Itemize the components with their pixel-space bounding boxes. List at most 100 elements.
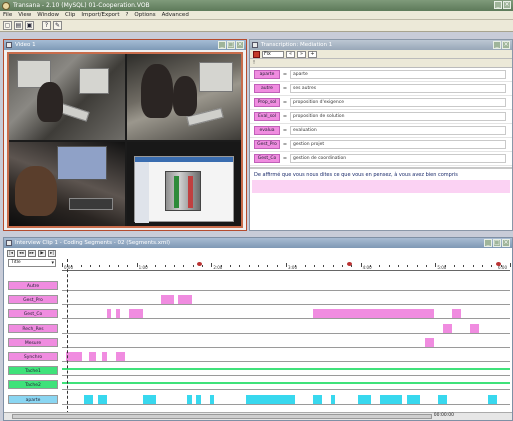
track-segment[interactable] xyxy=(312,309,434,319)
code-row[interactable]: evalua = evaluation xyxy=(250,124,512,138)
track-label[interactable]: Gest_Pro xyxy=(8,295,58,305)
track-segment[interactable] xyxy=(357,394,372,404)
track-label[interactable]: Synchro xyxy=(8,352,58,361)
track-label[interactable]: Mesure xyxy=(8,337,58,347)
code-row[interactable]: Eval_sol = proposition de solution xyxy=(250,110,512,124)
track-segment[interactable] xyxy=(160,295,174,305)
play-button[interactable]: ▶ xyxy=(38,249,47,257)
minimize-icon[interactable]: _ xyxy=(218,41,226,49)
playhead[interactable] xyxy=(67,259,68,414)
code-description[interactable]: proposition de solution xyxy=(290,112,506,121)
track-segment[interactable] xyxy=(84,394,94,404)
track-segment[interactable] xyxy=(469,323,479,333)
track-label[interactable]: Autre xyxy=(8,281,58,290)
code-description[interactable]: gestion de coordination xyxy=(290,154,506,163)
transcript-line[interactable]: De affirmé que vous nous dites ce que vo… xyxy=(252,171,510,180)
code-row[interactable]: Gest_Co = gestion de coordination xyxy=(250,152,512,166)
track-segment[interactable] xyxy=(424,337,434,347)
track-segment[interactable] xyxy=(88,352,96,361)
track-segment[interactable] xyxy=(62,368,510,371)
track-segment[interactable] xyxy=(406,394,421,404)
horizontal-scrollbar[interactable]: 00:00:00 xyxy=(4,412,512,420)
maximize-icon[interactable]: □ xyxy=(493,239,501,247)
track-segment[interactable] xyxy=(115,309,121,319)
menu-import-export[interactable]: Import/Export xyxy=(81,12,119,18)
track-segment[interactable] xyxy=(380,394,403,404)
track-segment[interactable] xyxy=(97,394,107,404)
track-segment[interactable] xyxy=(115,352,125,361)
track-label[interactable]: Gest_Co xyxy=(8,309,58,319)
track-segment[interactable] xyxy=(106,309,112,319)
minimize-icon[interactable]: _ xyxy=(484,239,492,247)
track-segment[interactable] xyxy=(209,394,215,404)
rewind-button[interactable]: ◂◂ xyxy=(17,249,26,257)
code-description[interactable]: gestion projet xyxy=(290,140,506,149)
menu-clip[interactable]: Clip xyxy=(65,12,75,18)
new-icon[interactable]: ▢ xyxy=(3,21,12,30)
menu-file[interactable]: File xyxy=(3,12,12,18)
close-icon[interactable]: × xyxy=(502,239,510,247)
track-segment[interactable] xyxy=(451,309,461,319)
video-player[interactable] xyxy=(7,52,243,228)
window-menu-icon[interactable] xyxy=(6,42,12,48)
track-label[interactable]: aparte xyxy=(8,394,58,404)
next-button[interactable]: » xyxy=(297,50,306,58)
maximize-icon[interactable]: □ xyxy=(227,41,235,49)
panel-splitter[interactable] xyxy=(250,167,512,169)
code-row[interactable]: aparte = aparte xyxy=(250,68,512,82)
track-segment[interactable] xyxy=(312,394,322,404)
track-segment[interactable] xyxy=(178,295,192,305)
minimize-icon[interactable]: _ xyxy=(493,41,501,49)
close-icon[interactable]: × xyxy=(503,1,511,9)
track-segment[interactable] xyxy=(129,309,143,319)
track-segment[interactable] xyxy=(438,394,448,404)
track-segment[interactable] xyxy=(196,394,201,404)
go-end-button[interactable]: ▸| xyxy=(48,249,57,257)
track-segment[interactable] xyxy=(142,394,157,404)
font-select[interactable]: Fix xyxy=(262,50,284,58)
code-row[interactable]: autre = ses autres xyxy=(250,82,512,96)
close-icon[interactable]: × xyxy=(236,41,244,49)
track-segment[interactable] xyxy=(187,394,192,404)
code-row[interactable]: Prop_sol = proposition d'exigence xyxy=(250,96,512,110)
alert-icon[interactable]: ! xyxy=(250,59,512,68)
window-menu-icon[interactable] xyxy=(252,42,258,48)
code-row[interactable]: Gest_Pro = gestion projet xyxy=(250,138,512,152)
prev-button[interactable]: « xyxy=(286,50,295,58)
record-icon[interactable] xyxy=(253,50,260,58)
minimize-icon[interactable]: _ xyxy=(494,1,502,9)
track-label[interactable]: Rech_Res xyxy=(8,323,58,333)
monitor-shape xyxy=(199,62,233,92)
time-ruler[interactable]: 0:00 1:00 2:00 3:00 4:00 5:00 6:00 xyxy=(62,259,511,271)
track-segment[interactable] xyxy=(245,394,295,404)
track-segment[interactable] xyxy=(330,394,336,404)
close-icon[interactable]: × xyxy=(502,41,510,49)
scrollbar-thumb[interactable] xyxy=(12,414,432,419)
open-icon[interactable]: ▤ xyxy=(14,21,23,30)
menu-view[interactable]: View xyxy=(18,12,31,18)
track-segment[interactable] xyxy=(62,382,510,385)
window-menu-icon[interactable] xyxy=(6,240,12,246)
menu-options[interactable]: Options xyxy=(134,12,155,18)
track-segment[interactable] xyxy=(487,394,497,404)
go-start-button[interactable]: |◂ xyxy=(7,249,15,257)
fast-forward-button[interactable]: ▸▸ xyxy=(27,249,37,257)
add-button[interactable]: + xyxy=(308,50,317,58)
code-description[interactable]: ses autres xyxy=(290,84,506,93)
code-description[interactable]: evaluation xyxy=(290,126,506,135)
track-segment[interactable] xyxy=(102,352,107,361)
track-label[interactable]: Tache1 xyxy=(8,366,58,376)
settings-icon[interactable]: ✎ xyxy=(53,21,62,30)
view-select[interactable]: Title xyxy=(8,259,56,267)
menu-help[interactable]: ? xyxy=(125,12,128,18)
code-description[interactable]: proposition d'exigence xyxy=(290,98,506,107)
track-label[interactable]: Tache2 xyxy=(8,380,58,390)
save-icon[interactable]: ▣ xyxy=(25,21,34,30)
transcript-text-area[interactable]: De affirmé que vous nous dites ce que vo… xyxy=(252,171,510,193)
menu-advanced[interactable]: Advanced xyxy=(162,12,189,18)
help-icon[interactable]: ? xyxy=(42,21,51,30)
track-segment[interactable] xyxy=(442,323,452,333)
menu-window[interactable]: Window xyxy=(37,12,59,18)
track-segment[interactable] xyxy=(66,352,83,361)
code-description[interactable]: aparte xyxy=(290,70,506,79)
